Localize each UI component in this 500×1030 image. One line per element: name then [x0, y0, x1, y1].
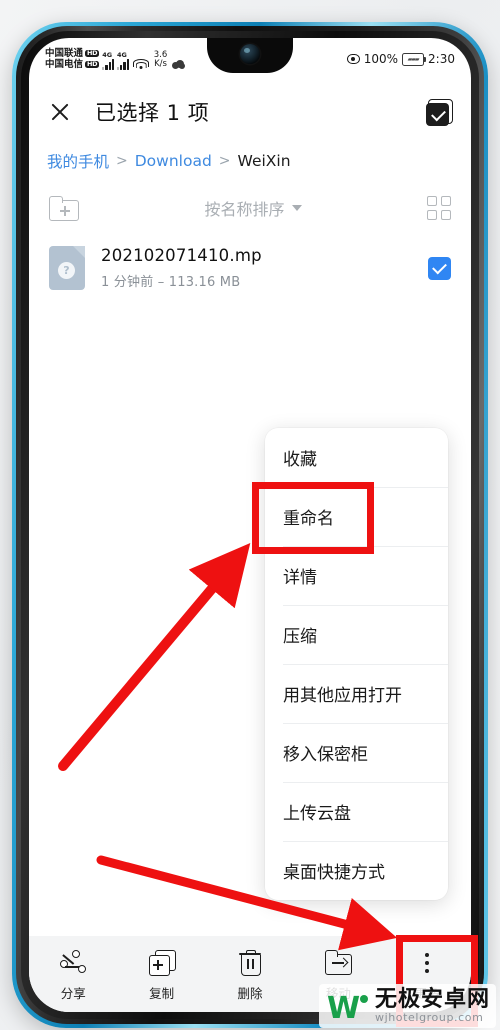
carrier-2-hd-badge: HD — [85, 60, 100, 69]
grid-view-icon[interactable] — [427, 196, 451, 220]
carrier-2-label: 中国电信 — [45, 59, 84, 70]
status-bar-left: 中国联通 HD 中国电信 HD 4G 4G 3.6 K/s — [45, 47, 186, 71]
menu-item-favorite[interactable]: 收藏 — [265, 428, 448, 487]
signal-group-1: 4G — [102, 50, 115, 71]
copy-icon — [148, 950, 176, 976]
network-type-2-label: 4G — [117, 50, 127, 59]
breadcrumb-separator-0: > — [116, 153, 128, 169]
signal-group-2: 4G — [117, 52, 129, 71]
breadcrumb-item-1[interactable]: Download — [135, 152, 212, 170]
move-to-folder-icon — [325, 950, 353, 976]
network-speed-unit: K/s — [154, 59, 167, 70]
menu-item-rename[interactable]: 重命名 — [265, 487, 448, 546]
app-header: 已选择 1 项 — [29, 80, 471, 138]
new-folder-icon[interactable] — [49, 196, 79, 221]
menu-item-desktop-shortcut[interactable]: 桌面快捷方式 — [265, 841, 448, 900]
close-icon[interactable] — [47, 99, 73, 125]
breadcrumb-item-0[interactable]: 我的手机 — [47, 150, 109, 172]
watermark-text: 无极安卓网 wjhotelgroup.com — [374, 986, 490, 1024]
network-type-1-label: 4G — [102, 50, 113, 59]
chevron-down-icon — [291, 205, 302, 211]
sort-label: 按名称排序 — [204, 200, 285, 219]
list-item[interactable]: ? 202102071410.mp 1 分钟前 – 113.16 MB — [49, 246, 451, 290]
file-name: 202102071410.mp — [101, 246, 262, 265]
share-button-label: 分享 — [60, 986, 86, 1001]
trash-icon — [237, 950, 263, 976]
menu-item-details[interactable]: 详情 — [265, 546, 448, 605]
wifi-icon — [133, 58, 150, 70]
signal-bars-1-icon — [102, 59, 115, 71]
carrier-row-2: 中国电信 HD — [45, 59, 100, 70]
file-checkbox[interactable] — [428, 256, 451, 280]
carrier-1-label: 中国联通 — [45, 47, 84, 59]
menu-item-open-with[interactable]: 用其他应用打开 — [265, 664, 448, 723]
breadcrumb-item-2[interactable]: WeiXin — [238, 152, 291, 170]
watermark-site-name: 无极安卓网 — [374, 986, 490, 1012]
breadcrumb-separator-1: > — [218, 153, 231, 169]
watermark-logo-letter: W — [326, 990, 360, 1026]
copy-button-label: 复制 — [149, 986, 175, 1001]
status-bar: 中国联通 HD 中国电信 HD 4G 4G 3.6 K/s 100% ▰▰▰ 2… — [29, 38, 471, 80]
page-title: 已选择 1 项 — [95, 101, 210, 125]
carrier-labels: 中国联通 HD 中国电信 HD — [45, 47, 100, 70]
eye-comfort-icon — [346, 54, 360, 64]
carrier-1-hd-badge: HD — [85, 49, 100, 58]
more-vertical-icon — [414, 950, 440, 976]
battery-charging-icon: ▰▰▰ — [402, 52, 427, 66]
watermark: W 无极安卓网 wjhotelgroup.com — [318, 983, 496, 1028]
menu-item-move-to-safe[interactable]: 移入保密柜 — [265, 723, 448, 782]
file-meta: 1 分钟前 – 113.16 MB — [101, 275, 241, 290]
select-all-checked-icon[interactable] — [426, 98, 453, 126]
share-button[interactable]: 分享 — [29, 950, 117, 1002]
delete-button-label: 删除 — [237, 986, 263, 1001]
network-speed: 3.6 K/s — [154, 50, 168, 71]
share-icon — [60, 950, 87, 976]
watermark-site-url: wjhotelgroup.com — [374, 1010, 484, 1024]
menu-item-compress[interactable]: 压缩 — [265, 605, 448, 664]
copy-button[interactable]: 复制 — [117, 950, 205, 1002]
watermark-logo-icon: W — [326, 990, 368, 1026]
breadcrumb: 我的手机 > Download > WeiXin — [29, 138, 471, 172]
unknown-file-icon: ? — [49, 246, 85, 290]
menu-item-upload-cloud[interactable]: 上传云盘 — [265, 782, 448, 841]
phone-screen: 中国联通 HD 中国电信 HD 4G 4G 3.6 K/s 100% ▰▰▰ 2… — [29, 38, 471, 1012]
file-info: 202102071410.mp 1 分钟前 – 113.16 MB — [101, 246, 412, 290]
carrier-row-1: 中国联通 HD — [45, 47, 100, 59]
clock-label: 2:30 — [428, 52, 455, 66]
list-toolbar: 按名称排序 — [29, 172, 471, 230]
file-list: ? 202102071410.mp 1 分钟前 – 113.16 MB — [29, 230, 471, 290]
delete-button[interactable]: 删除 — [206, 950, 294, 1002]
context-menu: 收藏 重命名 详情 压缩 用其他应用打开 移入保密柜 上传云盘 桌面快捷方式 — [265, 428, 448, 900]
status-bar-right: 100% ▰▰▰ 2:30 — [346, 52, 455, 66]
watermark-logo-dot — [359, 994, 368, 1003]
signal-bars-2-icon — [117, 59, 129, 71]
file-icon-badge: ? — [58, 262, 75, 279]
cloud-sync-icon — [172, 59, 186, 70]
battery-percent-label: 100% — [363, 52, 399, 66]
sort-button[interactable]: 按名称排序 — [79, 196, 427, 220]
